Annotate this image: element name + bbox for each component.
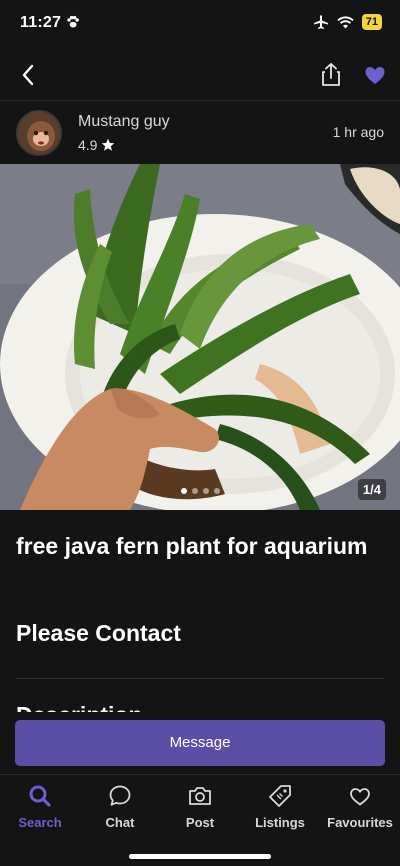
listing-title: free java fern plant for aquarium xyxy=(16,533,368,559)
nav-search-label: Search xyxy=(18,815,62,830)
avatar[interactable] xyxy=(16,110,62,156)
nav-listings-label: Listings xyxy=(255,815,305,830)
search-icon xyxy=(29,785,51,807)
camera-icon xyxy=(189,787,211,805)
nav-listings[interactable]: Listings xyxy=(240,783,320,830)
divider xyxy=(16,678,384,679)
tag-icon xyxy=(269,785,291,807)
paw-icon xyxy=(67,15,79,28)
seller-name[interactable]: Mustang guy xyxy=(78,113,170,131)
rating-value: 4.9 xyxy=(78,137,98,153)
avatar-image xyxy=(18,112,60,154)
nav-chat-label: Chat xyxy=(105,815,135,830)
pagination-dot[interactable] xyxy=(213,488,220,494)
java-fern-photo xyxy=(0,164,400,510)
seller-row[interactable]: Mustang guy 4.9 1 hr ago xyxy=(0,101,400,164)
status-time: 11:27 xyxy=(20,14,62,31)
pagination-dot[interactable] xyxy=(202,488,209,494)
nav-search[interactable]: Search xyxy=(0,783,80,830)
nav-post-label: Post xyxy=(185,815,215,830)
message-button[interactable]: Message xyxy=(15,720,385,766)
listing-price: Please Contact xyxy=(16,620,181,646)
wifi-icon xyxy=(337,15,354,28)
airplane-icon xyxy=(313,15,328,29)
bottom-nav: Search Chat Post Listings Favourites xyxy=(0,774,400,866)
nav-favourites-label: Favourites xyxy=(327,815,393,830)
message-bar: Message xyxy=(0,712,400,772)
chat-icon xyxy=(109,785,131,806)
photo-pagination xyxy=(0,488,400,494)
nav-chat[interactable]: Chat xyxy=(80,783,160,830)
status-bar: 11:27 71 xyxy=(0,0,400,46)
top-bar xyxy=(0,50,400,100)
battery-level: 71 xyxy=(361,14,382,30)
star-icon xyxy=(102,138,115,151)
listing-photo[interactable]: 1/4 xyxy=(0,164,400,510)
photo-counter: 1/4 xyxy=(357,479,386,500)
heart-outline-icon xyxy=(350,788,370,806)
nav-post[interactable]: Post xyxy=(160,783,240,830)
heart-icon[interactable] xyxy=(360,60,390,90)
pagination-dot[interactable] xyxy=(191,488,198,494)
pagination-dot-active[interactable] xyxy=(180,488,187,494)
share-icon[interactable] xyxy=(316,60,346,90)
posted-time: 1 hr ago xyxy=(332,124,384,140)
status-indicators: 71 xyxy=(313,14,382,30)
seller-rating: 4.9 xyxy=(78,137,115,153)
back-icon[interactable] xyxy=(14,60,44,90)
home-indicator[interactable] xyxy=(129,854,271,859)
nav-favourites[interactable]: Favourites xyxy=(320,783,400,830)
